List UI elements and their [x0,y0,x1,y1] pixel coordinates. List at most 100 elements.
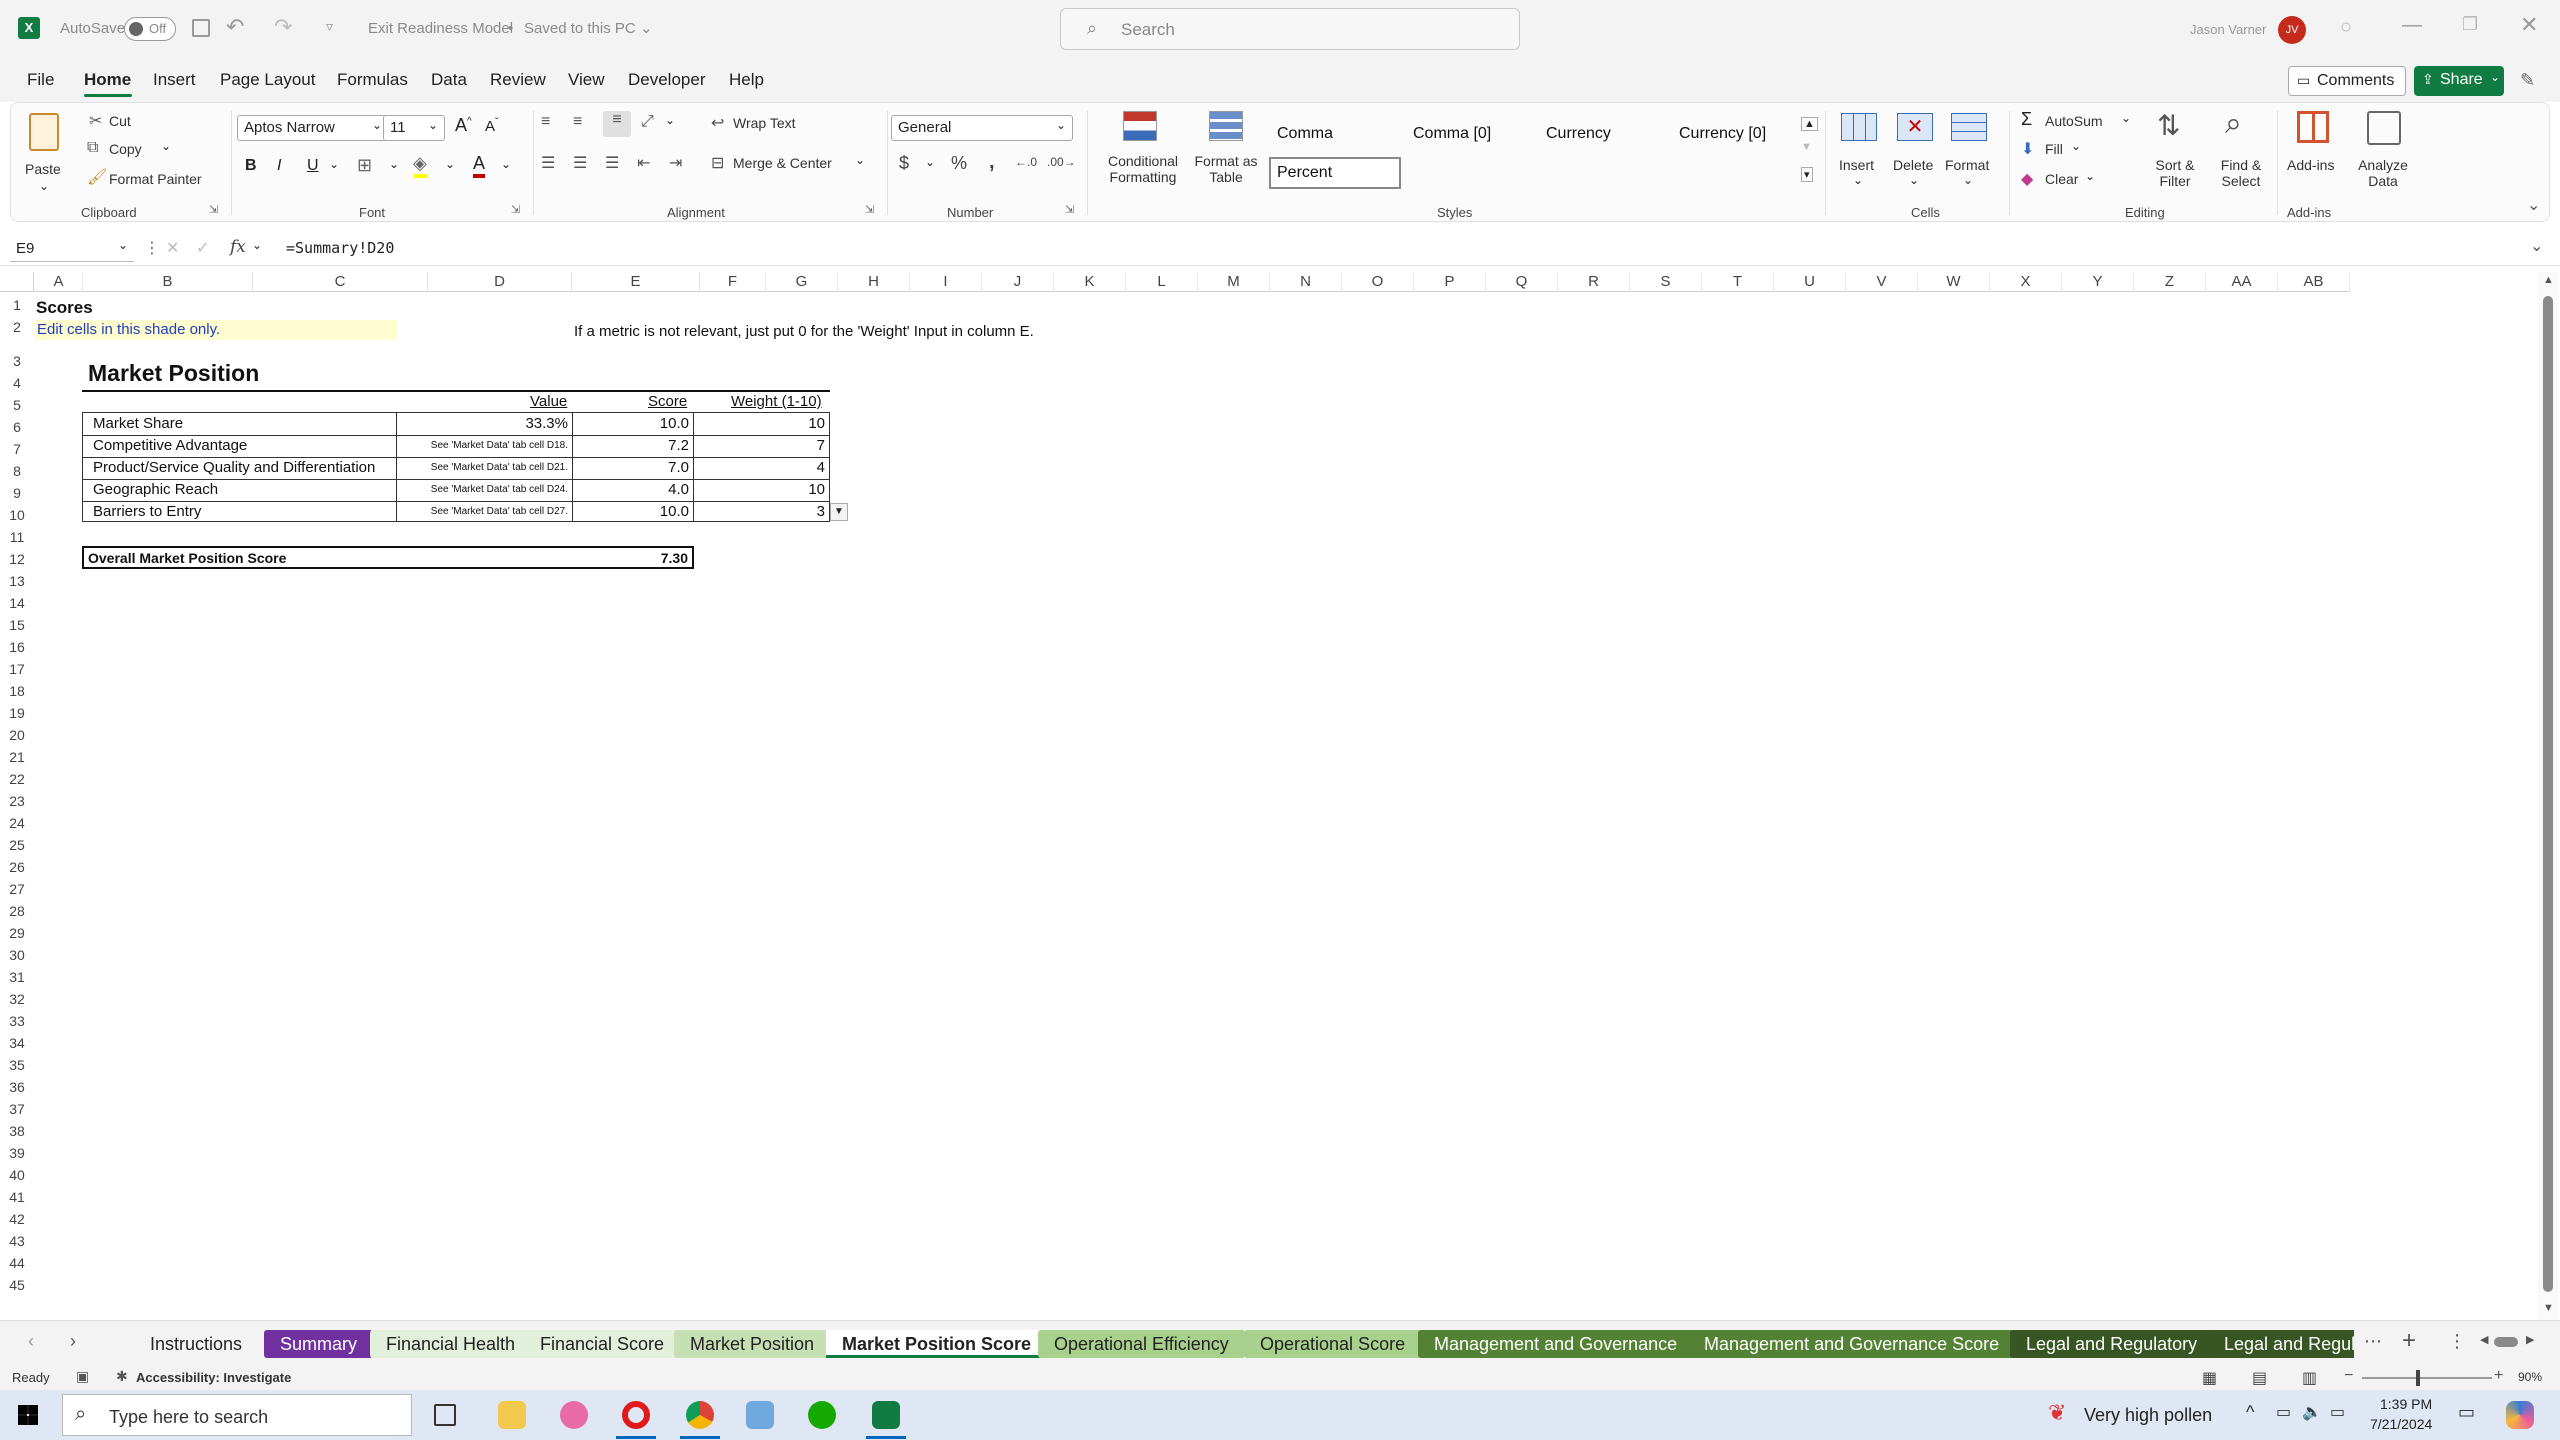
accounting-format-icon[interactable]: $ [899,153,909,174]
page-break-view-icon[interactable]: ▥ [2302,1368,2317,1388]
metric-score[interactable]: 7.2 [668,437,689,454]
row-header-37[interactable]: 37 [0,1101,34,1117]
gallery-up-icon[interactable]: ▲ [1801,117,1818,131]
add-ins-button[interactable]: Add-ins [2283,107,2343,197]
row-header-5[interactable]: 5 [0,397,34,413]
metric-value[interactable]: See 'Market Data' tab cell D21. [431,462,568,473]
sort-filter-button[interactable]: ⇅ Sort & Filter [2141,107,2207,203]
metric-name[interactable]: Market Share [93,415,183,432]
row-header-13[interactable]: 13 [0,573,34,589]
column-header-v[interactable]: V [1846,272,1918,292]
borders-icon[interactable]: ⊞ [357,155,372,176]
clear-icon[interactable]: ◆ [2021,169,2033,189]
document-status-chevron-icon[interactable]: ⌄ [640,19,653,37]
horizontal-scrollbar[interactable]: ◀ ▶ [2472,1333,2548,1351]
clipboard-launcher-icon[interactable]: ⇲ [209,203,218,216]
bold-icon[interactable]: B [245,157,257,175]
sheet-tab-management-and-governance-score[interactable]: Management and Governance Score [1688,1330,2016,1358]
accounting-chevron-icon[interactable]: ⌄ [925,155,935,169]
save-icon[interactable] [192,19,210,37]
row-header-24[interactable]: 24 [0,815,34,831]
column-header-i[interactable]: I [910,272,982,292]
style-percent[interactable]: Percent [1269,157,1401,189]
vertical-scroll-thumb[interactable] [2543,296,2553,1292]
align-left-icon[interactable]: ☰ [541,153,555,173]
coauthor-icon[interactable]: ✎ [2520,70,2535,91]
lightbulb-icon[interactable]: ○ [2340,16,2352,39]
worksheet-grid[interactable]: A B C D E F G H I J K L M N O P Q R S T U V W X Y Z AA AB 123456789… [0,272,2560,1320]
column-header-e[interactable]: E [572,272,700,292]
name-box[interactable]: E9 ⌄ [10,236,134,262]
row-header-2[interactable]: 2 [0,319,34,335]
row-header-28[interactable]: 28 [0,903,34,919]
wrap-text-icon[interactable]: ↩ [711,113,724,133]
number-launcher-icon[interactable]: ⇲ [1065,203,1074,216]
fill-icon[interactable]: ⬇ [2021,139,2034,159]
cancel-entry-icon[interactable]: ✕ [166,238,179,258]
new-sheet-icon[interactable]: + [2402,1327,2416,1355]
excel-taskbar-icon[interactable] [872,1401,900,1429]
tab-data[interactable]: Data [431,70,467,90]
sheet-tab-financial-health[interactable]: Financial Health [370,1330,532,1358]
row-header-42[interactable]: 42 [0,1211,34,1227]
autosave-toggle[interactable]: Off [124,17,176,41]
decrease-decimal-icon[interactable]: .00→ [1047,155,1076,169]
comments-button[interactable]: ▭ Comments [2288,66,2406,96]
chrome-icon[interactable] [686,1401,714,1429]
opera-icon[interactable] [622,1401,650,1429]
row-header-12[interactable]: 12 [0,551,34,567]
column-header-m[interactable]: M [1198,272,1270,292]
row-header-31[interactable]: 31 [0,969,34,985]
sheet-tab-market-position[interactable]: Market Position [674,1330,831,1358]
redo-icon[interactable]: ↷ [274,14,292,40]
windows-start-icon[interactable] [18,1405,38,1425]
tab-developer[interactable]: Developer [628,70,706,90]
meet-now-icon[interactable]: ▭ [2276,1402,2291,1422]
row-header-43[interactable]: 43 [0,1233,34,1249]
metric-value[interactable]: See 'Market Data' tab cell D18. [431,440,568,451]
number-format-select[interactable]: General ⌄ [891,115,1073,141]
scroll-down-icon[interactable]: ▼ [2543,1302,2554,1314]
metric-name[interactable]: Barriers to Entry [93,503,201,520]
snipping-tool-icon[interactable] [560,1401,588,1429]
column-header-s[interactable]: S [1630,272,1702,292]
tab-home[interactable]: Home [84,70,131,90]
font-color-chevron-icon[interactable]: ⌄ [501,157,511,171]
confirm-entry-icon[interactable]: ✓ [196,238,209,258]
row-header-18[interactable]: 18 [0,683,34,699]
scroll-right-icon[interactable]: ▶ [2526,1333,2534,1346]
metric-weight[interactable]: 3 [817,503,825,520]
column-header-l[interactable]: L [1126,272,1198,292]
file-explorer-icon[interactable] [498,1401,526,1429]
more-sheets-icon[interactable]: ⋯ [2364,1331,2382,1352]
column-header-d[interactable]: D [428,272,572,292]
insert-function-chevron-icon[interactable]: ⌄ [252,238,262,252]
fill-color-chevron-icon[interactable]: ⌄ [445,157,455,171]
style-comma[interactable]: Comma [1277,125,1333,143]
row-header-34[interactable]: 34 [0,1035,34,1051]
top-align-icon[interactable]: ≡ [541,113,550,131]
column-header-p[interactable]: P [1414,272,1486,292]
row-header-30[interactable]: 30 [0,947,34,963]
user-name[interactable]: Jason Varner [2190,22,2266,37]
row-header-21[interactable]: 21 [0,749,34,765]
app-icon[interactable] [746,1401,774,1429]
fill-button[interactable]: Fill [2045,141,2063,157]
metric-score[interactable]: 10.0 [660,503,689,520]
row-header-27[interactable]: 27 [0,881,34,897]
merge-center-icon[interactable]: ⊟ [711,153,724,173]
undo-icon[interactable]: ↶ [226,14,244,40]
metric-name[interactable]: Competitive Advantage [93,437,247,454]
column-header-z[interactable]: Z [2134,272,2206,292]
document-title[interactable]: Exit Readiness Model [368,20,513,37]
copy-button[interactable]: Copy [109,141,142,157]
clock-time[interactable]: 1:39 PM [2380,1396,2432,1412]
sheet-tab-market-position-score[interactable]: Market Position Score [826,1330,1048,1358]
customize-quick-access-icon[interactable]: ▿ [326,18,333,35]
tab-insert[interactable]: Insert [153,70,196,90]
collapse-ribbon-icon[interactable]: ⌄ [2527,195,2540,215]
tab-view[interactable]: View [568,70,605,90]
row-header-25[interactable]: 25 [0,837,34,853]
row-header-3[interactable]: 3 [0,353,34,369]
font-color-icon[interactable]: A [473,153,486,178]
